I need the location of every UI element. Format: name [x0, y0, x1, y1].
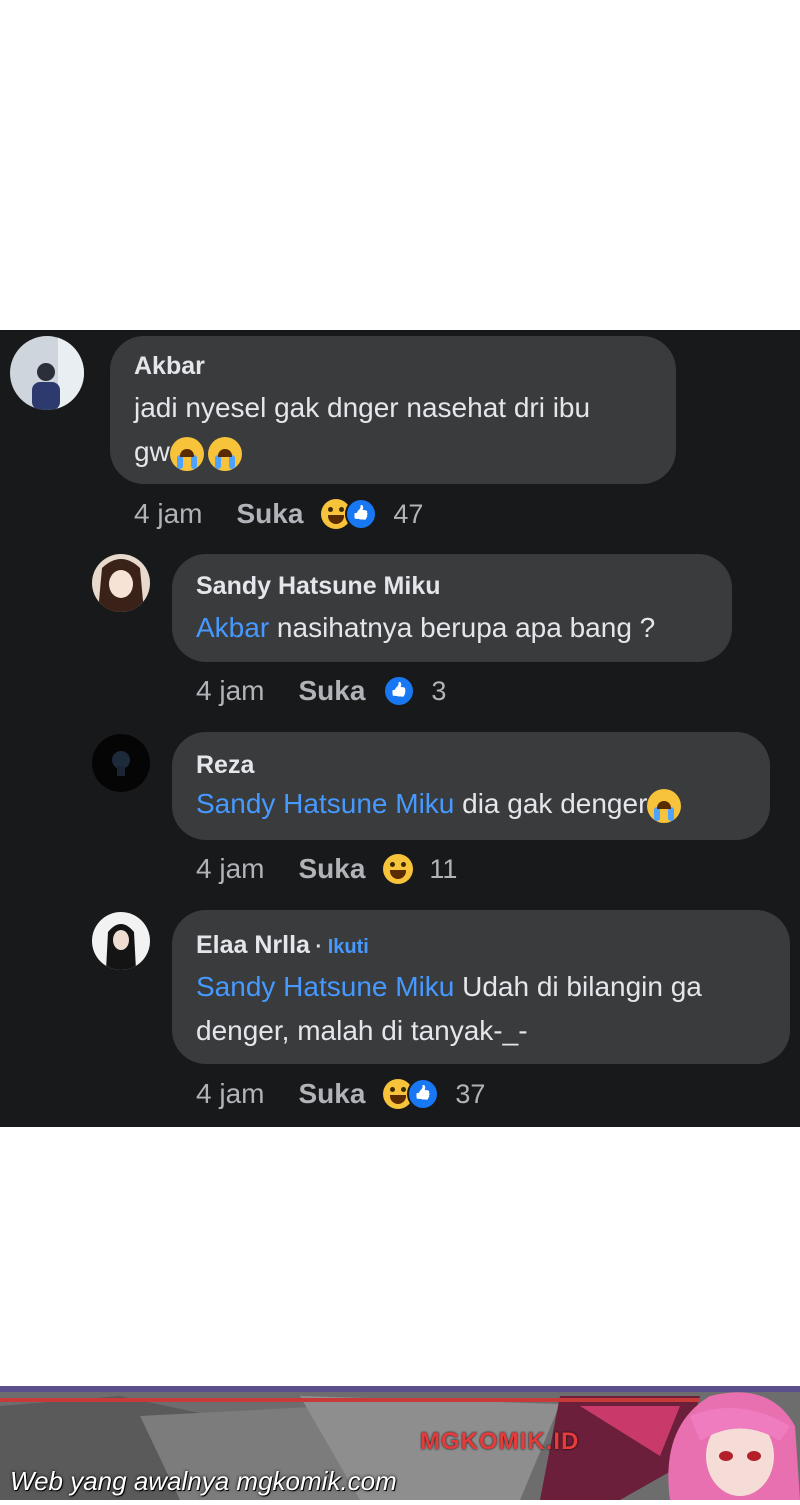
follow-separator: · [309, 936, 328, 958]
comment-meta: 4 jam Suka 37 [196, 1078, 485, 1110]
comment-author[interactable]: Sandy Hatsune Miku [196, 572, 441, 601]
comment-time[interactable]: 4 jam [196, 853, 264, 885]
comment-text: Sandy Hatsune Miku Udah di bilangin ga d… [196, 971, 702, 1046]
avatar-sandy[interactable] [92, 554, 150, 612]
mention-link[interactable]: Sandy Hatsune Miku [196, 971, 454, 1002]
comment-author-row: Elaa Nrlla · Ikuti [196, 931, 369, 960]
like-button[interactable]: Suka [298, 853, 365, 885]
comment-text: jadi nyesel gak dnger nasehat dri ibu gw [134, 386, 590, 474]
crying-face-icon [207, 436, 242, 471]
comment-meta: 4 jam Suka 47 [134, 498, 423, 530]
comment-time[interactable]: 4 jam [196, 675, 264, 707]
reactions[interactable]: 11 [383, 854, 457, 885]
mention-link[interactable]: Sandy Hatsune Miku [196, 788, 454, 819]
comment-text: Sandy Hatsune Miku dia gak denger [196, 782, 682, 826]
comment-meta: 4 jam Suka 3 [196, 675, 446, 707]
comment-time[interactable]: 4 jam [134, 498, 202, 530]
follow-button[interactable]: Ikuti [328, 936, 369, 958]
like-icon [345, 498, 378, 530]
reactions[interactable]: 3 [383, 675, 446, 707]
banner-stripe [0, 1398, 700, 1402]
laughing-tears-icon [647, 788, 682, 823]
site-logo-text: MGKOMIK.ID [420, 1428, 580, 1455]
comment-author[interactable]: Akbar [134, 352, 205, 381]
comment-text: Akbar nasihatnya berupa apa bang ? [196, 612, 656, 643]
like-button[interactable]: Suka [236, 498, 303, 530]
reaction-count: 47 [393, 498, 424, 529]
avatar-reza[interactable] [92, 734, 150, 792]
reaction-count: 37 [455, 1078, 486, 1109]
comment-time[interactable]: 4 jam [196, 1078, 264, 1110]
watermark-text: Web yang awalnya mgkomik.com [10, 1466, 397, 1496]
reactions[interactable]: 37 [383, 1078, 485, 1110]
comment-meta: 4 jam Suka 11 [196, 853, 457, 885]
comment-author[interactable]: Reza [196, 751, 254, 780]
avatar-elaa[interactable] [92, 912, 150, 970]
avatar-akbar[interactable] [10, 336, 84, 410]
reaction-count: 3 [431, 675, 447, 706]
reaction-count: 11 [429, 853, 458, 884]
like-button[interactable]: Suka [298, 1078, 365, 1110]
crying-face-icon [169, 436, 204, 471]
anime-character-illustration [650, 1386, 800, 1500]
like-icon [407, 1078, 440, 1110]
comment-author[interactable]: Elaa Nrlla [196, 931, 310, 959]
like-icon [383, 675, 416, 707]
reactions[interactable]: 47 [321, 498, 423, 530]
mention-link[interactable]: Akbar [196, 612, 269, 643]
like-button[interactable]: Suka [298, 675, 365, 707]
haha-icon [383, 854, 414, 884]
